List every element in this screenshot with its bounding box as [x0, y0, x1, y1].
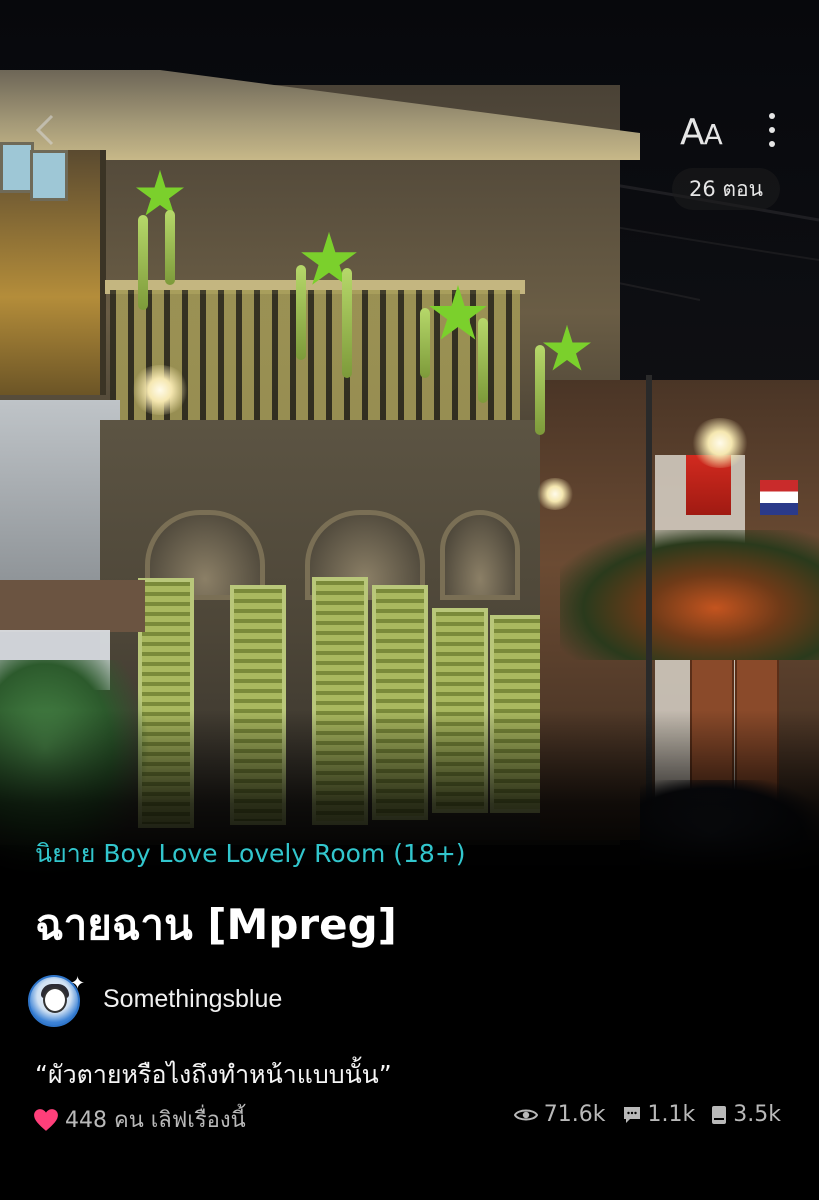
font-size-button[interactable]: AA [680, 112, 723, 153]
comments-count: 1.1k [647, 1102, 696, 1127]
street-lamp-light [690, 418, 750, 468]
eye-icon [513, 1109, 538, 1120]
arch-ornament [440, 510, 520, 600]
book-icon [712, 1105, 727, 1124]
back-button[interactable] [30, 110, 70, 150]
stats-row: 71.6k 1.1k 3.5k [498, 1102, 781, 1127]
lamp-light [130, 365, 190, 415]
episodes-badge: 26 ตอน [672, 168, 780, 210]
comment-icon [623, 1106, 640, 1123]
garland [342, 268, 352, 378]
novel-title: ฉายฉาน [Mpreg] [35, 900, 397, 949]
font-size-label-big: A [680, 112, 705, 153]
garland [165, 210, 175, 285]
sparkle-icon: ✦ [70, 973, 86, 994]
views-stat: 71.6k [513, 1102, 606, 1127]
garland [535, 345, 545, 435]
author-name[interactable]: Somethingsblue [103, 985, 282, 1014]
garland [420, 308, 430, 378]
likes-text: 448 คน เลิฟเรื่องนี้ [65, 1108, 246, 1133]
flag [760, 480, 798, 515]
awning [0, 580, 145, 632]
comments-stat: 1.1k [622, 1102, 696, 1127]
garland [296, 265, 306, 360]
chevron-left-icon [35, 114, 54, 146]
heart-icon [34, 1108, 58, 1131]
vertical-dots-icon [760, 113, 784, 147]
garland [478, 318, 488, 403]
more-options-button[interactable] [760, 113, 784, 157]
views-count: 71.6k [543, 1102, 606, 1127]
novel-category[interactable]: นิยาย Boy Love Lovely Room (18+) [35, 834, 466, 874]
novel-tagline: “ผัวตายหรือไงถึงทำหน้าแบบนั้น” [35, 1060, 392, 1089]
lamp-light [535, 478, 575, 510]
window [30, 150, 68, 201]
bookmarks-stat: 3.5k [711, 1102, 781, 1127]
likes-row[interactable]: 448 คน เลิฟเรื่องนี้ [33, 1102, 246, 1137]
garland [138, 215, 148, 310]
font-size-label-small: A [703, 118, 723, 151]
flowering-vines [560, 530, 819, 660]
author-avatar[interactable]: ✦ [28, 973, 85, 1027]
window [0, 142, 34, 193]
bookmarks-count: 3.5k [733, 1102, 781, 1127]
